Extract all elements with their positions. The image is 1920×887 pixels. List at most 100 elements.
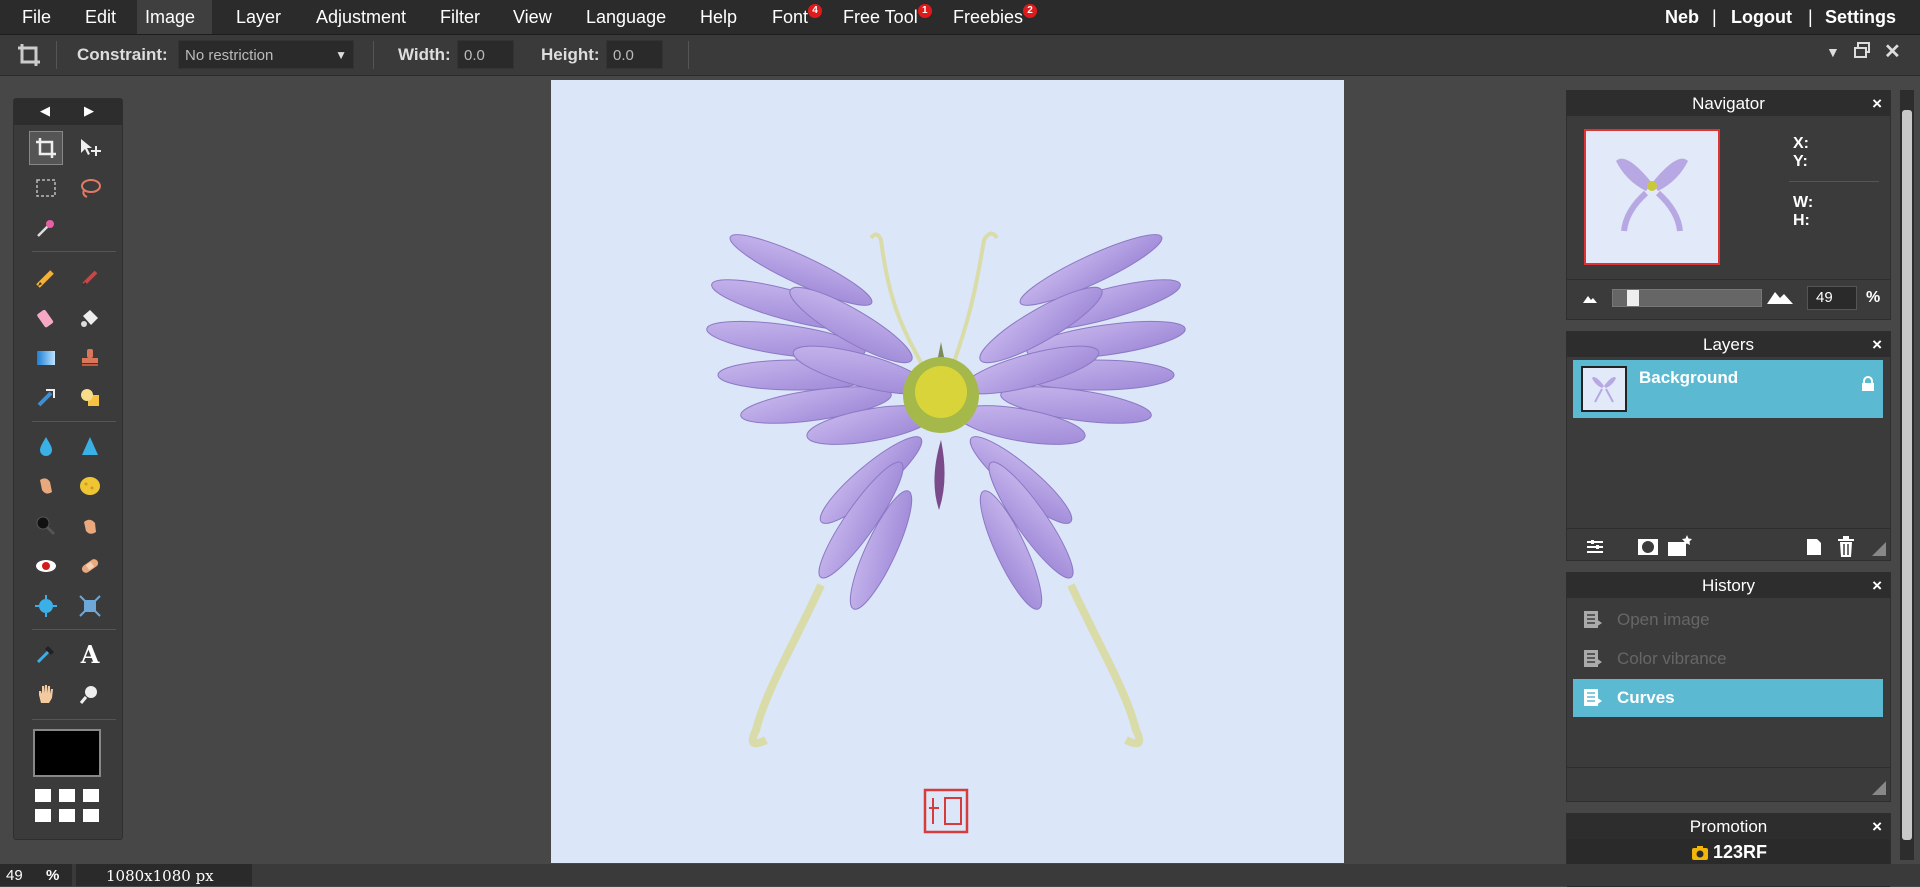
divider xyxy=(56,41,57,69)
layers-panel: Layers × Background xyxy=(1566,331,1891,561)
layer-settings-icon[interactable] xyxy=(1585,537,1605,557)
scrollbar-thumb[interactable] xyxy=(1902,110,1912,840)
magic-wand-tool[interactable] xyxy=(29,211,63,245)
spot-heal-tool[interactable] xyxy=(73,549,107,583)
freebies-badge: 2 xyxy=(1023,4,1038,18)
menu-language[interactable]: Language xyxy=(578,0,674,34)
fill-tool[interactable] xyxy=(73,301,107,335)
sharpen-tool[interactable] xyxy=(73,429,107,463)
menu-filter[interactable]: Filter xyxy=(432,0,488,34)
y-coordinate-label: Y: xyxy=(1793,153,1808,170)
type-tool[interactable]: A xyxy=(73,637,107,671)
zoom-unit: % xyxy=(1866,289,1881,306)
settings-link[interactable]: Settings xyxy=(1825,0,1896,34)
marquee-tool[interactable] xyxy=(29,171,63,205)
shape-tool[interactable] xyxy=(73,381,107,415)
close-window-icon[interactable]: ✕ xyxy=(1884,39,1901,64)
menu-help[interactable]: Help xyxy=(692,0,745,34)
zoom-slider[interactable] xyxy=(1612,289,1762,307)
collapse-icon[interactable]: ▼ xyxy=(1826,44,1840,60)
zoom-out-icon[interactable] xyxy=(1581,291,1599,305)
arrow-right-icon[interactable]: ▶ xyxy=(84,103,94,119)
menu-view[interactable]: View xyxy=(505,0,560,34)
clone-stamp-tool[interactable] xyxy=(73,341,107,375)
zoom-input[interactable]: 49 xyxy=(1807,286,1857,310)
crop-icon xyxy=(16,42,42,68)
image-canvas[interactable] xyxy=(551,80,1344,863)
navigator-thumbnail[interactable] xyxy=(1584,129,1720,265)
sponge-icon xyxy=(80,477,100,495)
close-icon[interactable]: × xyxy=(1872,573,1882,598)
lasso-tool[interactable] xyxy=(73,171,107,205)
arrow-left-icon[interactable]: ◀ xyxy=(40,103,50,119)
blur-tool[interactable] xyxy=(29,429,63,463)
close-icon[interactable]: × xyxy=(1872,332,1882,357)
menu-adjustment[interactable]: Adjustment xyxy=(308,0,414,34)
move-tool[interactable] xyxy=(73,131,107,165)
history-item[interactable]: Open image xyxy=(1573,601,1883,639)
history-step-icon xyxy=(1584,650,1602,667)
layer-style-icon[interactable] xyxy=(1667,534,1693,558)
menu-file[interactable]: File xyxy=(14,0,59,34)
hand-tool[interactable] xyxy=(29,677,63,711)
menu-freebies[interactable]: Freebies 2 xyxy=(945,0,1038,34)
user-name-link[interactable]: Neb xyxy=(1665,0,1699,34)
menu-edit[interactable]: Edit xyxy=(77,0,124,34)
crop-icon xyxy=(36,138,56,158)
sponge-tool[interactable] xyxy=(73,469,107,503)
eraser-tool[interactable] xyxy=(29,301,63,335)
logout-link[interactable]: Logout xyxy=(1731,0,1792,34)
layer-thumbnail xyxy=(1581,366,1627,412)
height-input[interactable]: 0.0 xyxy=(606,40,663,69)
gradient-tool[interactable] xyxy=(29,341,63,375)
history-item[interactable]: Color vibrance xyxy=(1573,640,1883,678)
foreground-color-swatch[interactable] xyxy=(33,729,101,777)
palette-grid-icon[interactable] xyxy=(33,787,101,825)
pinch-icon xyxy=(79,595,101,617)
divider xyxy=(1567,528,1890,529)
restore-window-icon[interactable] xyxy=(1853,41,1871,59)
brush-icon xyxy=(82,270,98,287)
color-replace-tool[interactable] xyxy=(29,381,63,415)
crop-tool[interactable] xyxy=(29,131,63,165)
constraint-select[interactable]: No restriction ▼ xyxy=(178,40,354,69)
color-picker-tool[interactable] xyxy=(29,637,63,671)
status-zoom-field[interactable]: 49 % xyxy=(0,864,72,886)
layer-mask-icon[interactable] xyxy=(1637,537,1659,557)
menu-layer[interactable]: Layer xyxy=(228,0,289,34)
zoom-in-icon[interactable] xyxy=(1765,286,1795,306)
resize-handle-icon[interactable] xyxy=(1872,781,1886,795)
menu-bar: File Edit Image Layer Adjustment Filter … xyxy=(0,0,1920,35)
resize-handle-icon[interactable] xyxy=(1872,542,1886,556)
brush-tool[interactable] xyxy=(73,261,107,295)
width-input[interactable]: 0.0 xyxy=(457,40,514,69)
bloat-tool[interactable] xyxy=(29,589,63,623)
history-step-icon xyxy=(1584,611,1602,628)
burn-tool[interactable] xyxy=(73,509,107,543)
close-icon[interactable]: × xyxy=(1872,91,1882,116)
pencil-tool[interactable] xyxy=(29,261,63,295)
history-item-active[interactable]: Curves xyxy=(1573,679,1883,717)
burn-icon xyxy=(84,519,96,534)
new-layer-icon[interactable] xyxy=(1805,537,1823,557)
marquee-icon xyxy=(36,179,56,197)
trash-icon[interactable] xyxy=(1837,536,1855,558)
divider xyxy=(373,41,374,69)
close-icon[interactable]: × xyxy=(1872,814,1882,839)
panels-scrollbar[interactable] xyxy=(1900,90,1914,860)
layer-row[interactable]: Background xyxy=(1573,360,1883,418)
navigator-panel: Navigator × X: Y: W: H: 49 % xyxy=(1566,90,1891,320)
menu-separator: | xyxy=(1808,7,1813,27)
zoom-tool[interactable] xyxy=(73,677,107,711)
smudge-tool[interactable] xyxy=(29,469,63,503)
red-eye-tool[interactable] xyxy=(29,549,63,583)
menu-font[interactable]: Font 4 xyxy=(764,0,823,34)
zoom-slider-thumb[interactable] xyxy=(1627,290,1639,306)
stamp-icon xyxy=(82,349,98,366)
chevron-down-icon: ▼ xyxy=(335,48,347,62)
menu-image[interactable]: Image xyxy=(137,0,212,34)
red-eye-icon xyxy=(36,560,56,572)
dodge-tool[interactable] xyxy=(29,509,63,543)
menu-free-tool[interactable]: Free Tool 1 xyxy=(835,0,932,34)
pinch-tool[interactable] xyxy=(73,589,107,623)
